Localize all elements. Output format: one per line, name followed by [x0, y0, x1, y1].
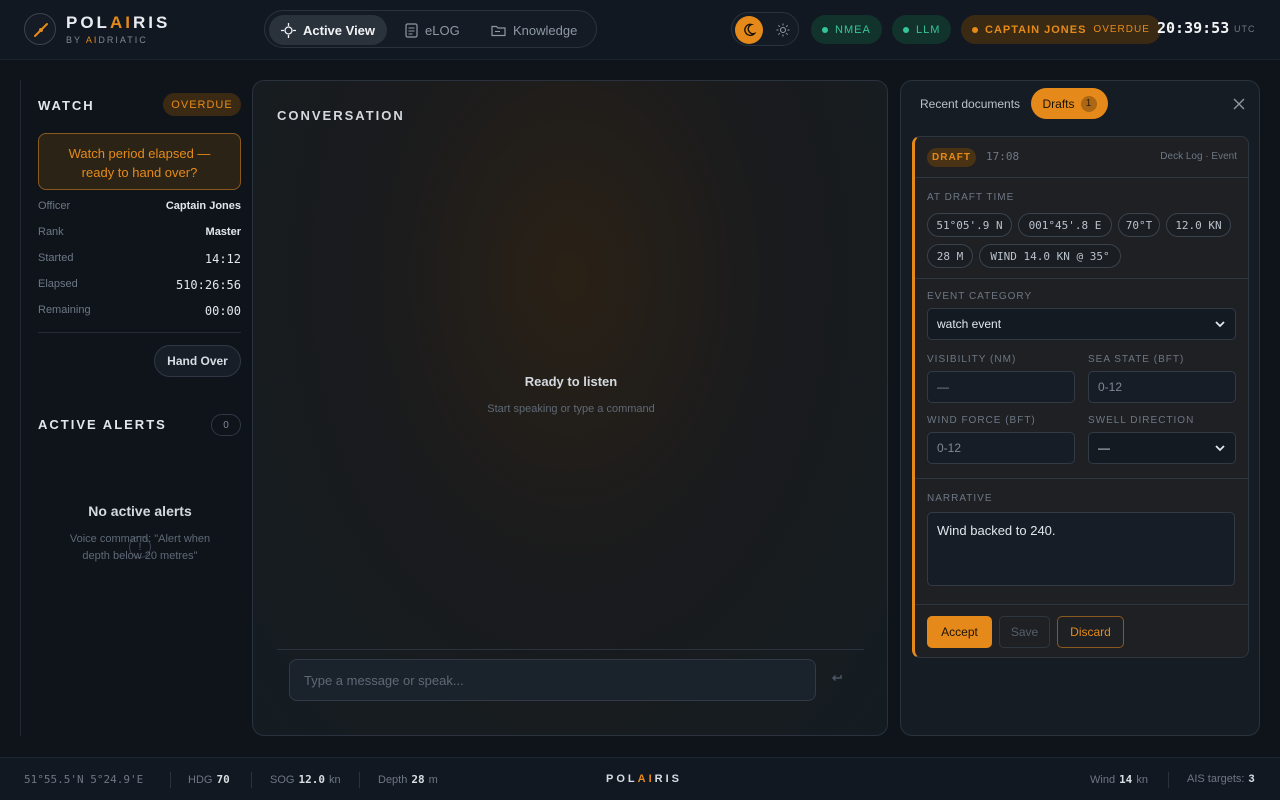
- remaining-row: Remaining 00:00: [38, 304, 241, 318]
- status-footer: 51°55.5'N 5°24.9'E HDG 70 SOG 12.0 kn Depth…: [0, 757, 1280, 800]
- visibility-input[interactable]: —: [927, 371, 1075, 403]
- drafts-count-badge: 1: [1080, 95, 1097, 112]
- divider: [915, 278, 1248, 279]
- conversation-title: CONVERSATION: [277, 108, 405, 123]
- drafts-panel: Recent documents Drafts 1 DRAFT 17:08 De…: [900, 80, 1260, 736]
- speed-chip: 12.0 KN: [1166, 213, 1231, 237]
- latitude-chip: 51°05'.9 N: [927, 213, 1012, 237]
- divider: [359, 772, 360, 788]
- sea-state-input[interactable]: 0-12: [1088, 371, 1236, 403]
- chevron-down-icon: [1215, 444, 1225, 451]
- draft-badge: DRAFT: [927, 148, 976, 167]
- wind-readout: Wind 14 kn: [1090, 773, 1148, 786]
- footer-brand: POLAIRIS: [606, 773, 682, 785]
- wind-force-label: WIND FORCE (BFT): [927, 415, 1036, 426]
- watch-title: WATCH: [38, 98, 95, 113]
- narrative-label: NARRATIVE: [927, 493, 993, 504]
- draft-type: Deck Log · Event: [1160, 151, 1237, 162]
- draft-time: 17:08: [986, 150, 1020, 163]
- divider: [251, 772, 252, 788]
- sog-readout: SOG 12.0 kn: [270, 773, 341, 786]
- chevron-down-icon: [1215, 320, 1225, 327]
- divider: [170, 772, 171, 788]
- heading-readout: HDG 70: [188, 773, 230, 786]
- draft-card: DRAFT 17:08 Deck Log · Event AT DRAFT TI…: [912, 136, 1249, 658]
- conversation-panel: CONVERSATION Ready to listen Start speak…: [252, 80, 888, 736]
- officer-row: Officer Captain Jones: [38, 200, 241, 212]
- status-dot: [972, 26, 978, 33]
- left-sidebar: WATCH OVERDUE Watch period elapsed — rea…: [20, 80, 241, 736]
- utc-clock: 20:39:53: [1157, 19, 1230, 37]
- divider: [38, 332, 241, 333]
- hand-over-button[interactable]: Hand Over: [154, 345, 241, 377]
- tab-knowledge[interactable]: Knowledge: [479, 15, 589, 45]
- divider: [1168, 772, 1169, 788]
- document-icon: [405, 22, 418, 38]
- divider: [915, 478, 1248, 479]
- position-readout: 51°55.5'N 5°24.9'E: [24, 773, 144, 786]
- tab-elog[interactable]: eLOG: [393, 15, 472, 45]
- message-input[interactable]: [289, 659, 816, 701]
- narrative-textarea[interactable]: Wind backed to 240.: [927, 512, 1235, 586]
- accept-button[interactable]: Accept: [927, 616, 992, 648]
- status-dot: [903, 26, 909, 33]
- started-row: Started 14:12: [38, 252, 241, 266]
- tab-recent-documents[interactable]: Recent documents: [920, 97, 1020, 111]
- discard-button[interactable]: Discard: [1057, 616, 1124, 648]
- nmea-status: NMEA: [811, 15, 882, 44]
- no-alerts-hint: Voice command: "Alert when depth below 2…: [69, 533, 211, 562]
- top-bar: POLAIRIS BY AIDRIATIC Active View eLOG K…: [0, 0, 1280, 60]
- elapsed-row: Elapsed 510:26:56: [38, 278, 241, 292]
- ready-status: Ready to listen: [524, 374, 618, 389]
- tab-drafts[interactable]: Drafts 1: [1031, 88, 1108, 119]
- heading-chip: 70°T: [1118, 213, 1160, 237]
- tab-active-view[interactable]: Active View: [269, 15, 388, 45]
- depth-readout: Depth 28 m: [378, 773, 438, 786]
- ais-targets-readout: AIS targets: 3: [1187, 773, 1255, 785]
- close-icon[interactable]: [1232, 97, 1246, 111]
- llm-status: LLM: [892, 15, 952, 44]
- sea-state-label: SEA STATE (BFT): [1088, 354, 1185, 365]
- wind-chip: WIND 14.0 KN @ 35°: [979, 244, 1121, 268]
- brand-logo: POLAIRIS: [66, 13, 171, 32]
- compass-icon: [24, 13, 56, 45]
- captain-status[interactable]: CAPTAIN JONES OVERDUE: [961, 15, 1161, 44]
- sun-icon: [776, 23, 790, 37]
- dark-theme-button[interactable]: [735, 16, 763, 44]
- swell-direction-label: SWELL DIRECTION: [1088, 415, 1195, 426]
- status-dot: [822, 26, 828, 33]
- watch-elapsed-banner: Watch period elapsed — ready to hand ove…: [38, 133, 241, 190]
- send-icon[interactable]: [830, 671, 844, 685]
- event-category-select[interactable]: watch event: [927, 308, 1236, 340]
- divider: [915, 604, 1248, 605]
- active-alerts-title: ACTIVE ALERTS: [38, 417, 167, 432]
- alerts-count-badge: 0: [211, 414, 241, 436]
- light-theme-button[interactable]: [769, 16, 797, 44]
- folder-icon: [491, 25, 506, 36]
- no-alerts-title: No active alerts: [88, 503, 192, 519]
- save-button[interactable]: Save: [999, 616, 1050, 648]
- theme-toggle[interactable]: [731, 12, 799, 46]
- divider: [277, 649, 864, 650]
- moon-icon: [744, 23, 756, 37]
- rank-row: Rank Master: [38, 226, 241, 238]
- timezone-label: UTC: [1234, 24, 1256, 34]
- main-nav: Active View eLOG Knowledge: [264, 10, 597, 48]
- event-category-label: EVENT CATEGORY: [927, 291, 1033, 302]
- overdue-badge: OVERDUE: [163, 93, 241, 116]
- swell-direction-select[interactable]: —: [1088, 432, 1236, 464]
- longitude-chip: 001°45'.8 E: [1018, 213, 1112, 237]
- brand-subtitle: BY AIDRIATIC: [66, 35, 148, 45]
- divider: [915, 177, 1248, 178]
- crosshair-icon: [281, 22, 296, 38]
- ready-hint: Start speaking or type a command: [487, 403, 655, 415]
- depth-chip: 28 M: [927, 244, 973, 268]
- visibility-label: VISIBILITY (NM): [927, 354, 1017, 365]
- at-draft-time-label: AT DRAFT TIME: [927, 192, 1015, 203]
- wind-force-input[interactable]: 0-12: [927, 432, 1075, 464]
